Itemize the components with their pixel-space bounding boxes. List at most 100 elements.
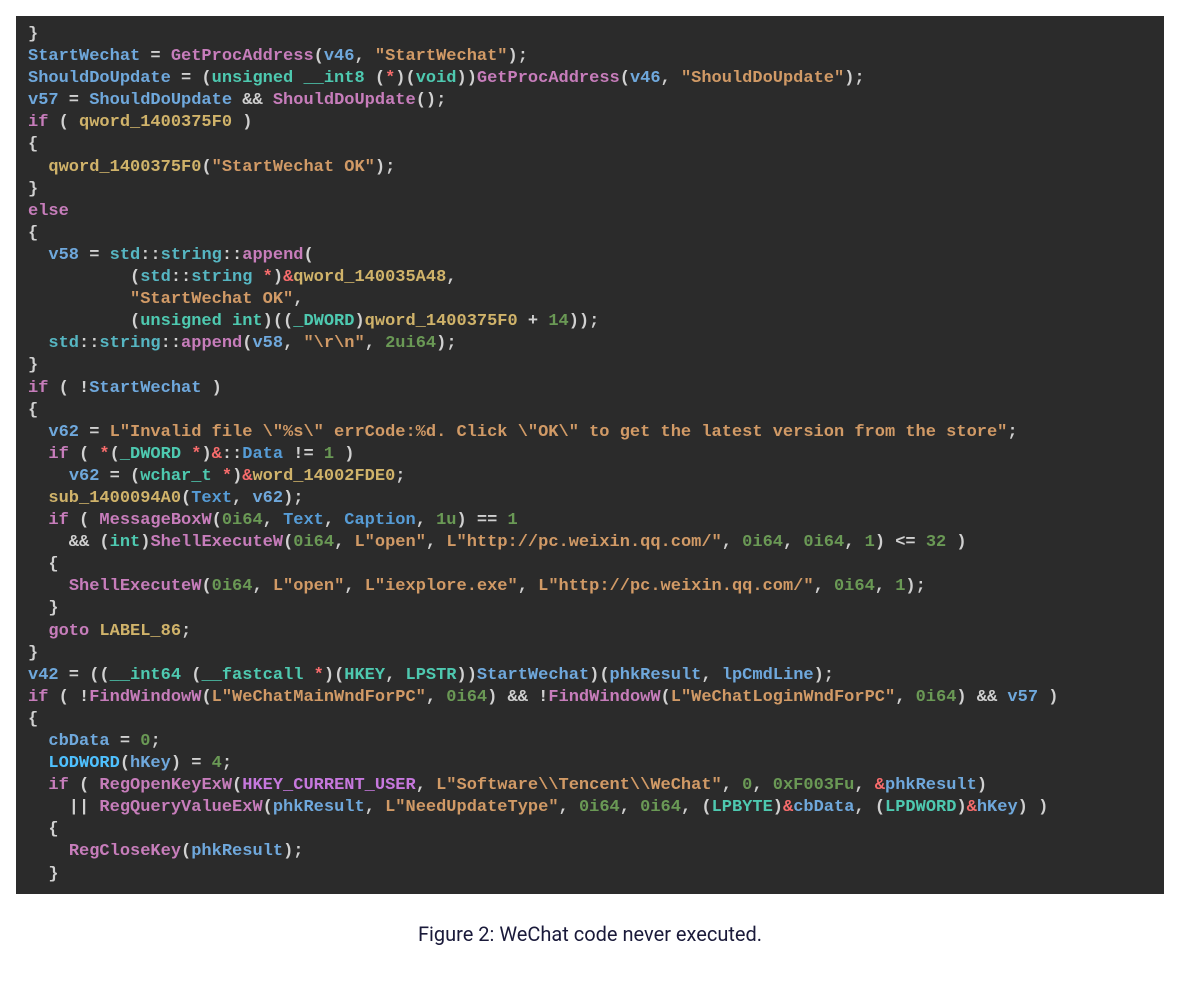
code-line: } xyxy=(28,355,1160,377)
code-token: Text xyxy=(191,489,232,508)
code-line: if ( *(_DWORD *)&::Data != 1 ) xyxy=(28,444,1160,466)
code-token: cbData xyxy=(793,798,854,817)
code-token: :: xyxy=(222,445,242,464)
code-token: , xyxy=(722,776,742,795)
code-token: StartWechat xyxy=(28,47,140,66)
code-token: 1 xyxy=(865,533,875,552)
code-line: { xyxy=(28,819,1160,841)
code-token: append xyxy=(242,246,303,265)
code-token: )( xyxy=(589,666,609,685)
code-token: ; xyxy=(395,467,405,486)
code-token: __int64 xyxy=(110,666,181,685)
code-line: sub_1400094A0(Text, v62); xyxy=(28,488,1160,510)
code-token: , xyxy=(252,577,272,596)
code-token: 0i64 xyxy=(834,577,875,596)
code-token: L"Software\\Tencent\\WeChat" xyxy=(436,776,722,795)
code-token: qword_1400375F0 xyxy=(48,158,201,177)
code-token: ); xyxy=(436,334,456,353)
code-token: 0i64 xyxy=(579,798,620,817)
code-line: } xyxy=(28,24,1160,46)
code-line: qword_1400375F0("StartWechat OK"); xyxy=(28,157,1160,179)
code-token: , xyxy=(232,489,252,508)
code-token: phkResult xyxy=(191,842,283,861)
code-token: word_14002FDE0 xyxy=(252,467,395,486)
code-token: ) xyxy=(1038,688,1058,707)
code-token: , xyxy=(324,511,344,530)
code-token xyxy=(28,246,48,265)
code-token: phkResult xyxy=(885,776,977,795)
code-line: { xyxy=(28,554,1160,576)
code-token: :: xyxy=(171,268,191,287)
code-token: ); xyxy=(844,69,864,88)
code-token: } xyxy=(28,180,38,199)
code-token: , xyxy=(875,577,895,596)
code-token xyxy=(28,776,48,795)
code-token: ( xyxy=(48,113,79,132)
code-token: HKEY xyxy=(344,666,385,685)
code-token: , xyxy=(385,666,405,685)
code-token: ( xyxy=(263,798,273,817)
code-token: LODWORD xyxy=(48,754,119,773)
code-line: std::string::append(v58, "\r\n", 2ui64); xyxy=(28,333,1160,355)
decompiled-code-block: }StartWechat = GetProcAddress(v46, "Star… xyxy=(16,16,1164,894)
code-line: LODWORD(hKey) = 4; xyxy=(28,753,1160,775)
code-token xyxy=(28,511,48,530)
code-token: void xyxy=(416,69,457,88)
code-token: ) xyxy=(946,533,966,552)
code-line: v42 = ((__int64 (__fastcall *)(HKEY, LPS… xyxy=(28,665,1160,687)
code-line: else xyxy=(28,201,1160,223)
code-line: } xyxy=(28,864,1160,886)
code-token: ( xyxy=(661,688,671,707)
code-token: , xyxy=(283,334,303,353)
code-token: ( xyxy=(212,511,222,530)
code-line: v62 = (wchar_t *)&word_14002FDE0; xyxy=(28,466,1160,488)
code-token: + xyxy=(518,312,549,331)
code-token: = xyxy=(79,423,110,442)
code-token: = xyxy=(140,47,171,66)
code-token: ) xyxy=(232,113,252,132)
code-token: , ( xyxy=(681,798,712,817)
code-token: ShouldDoUpdate xyxy=(28,69,171,88)
code-token: 14 xyxy=(548,312,568,331)
code-token: , xyxy=(365,334,385,353)
code-token: std xyxy=(48,334,79,353)
code-token: , xyxy=(783,533,803,552)
code-token: , xyxy=(854,776,874,795)
code-token: MessageBoxW xyxy=(99,511,211,530)
code-line: ShouldDoUpdate = (unsigned __int8 (*)(vo… xyxy=(28,68,1160,90)
code-token: L"http://pc.weixin.qq.com/" xyxy=(538,577,813,596)
code-token: v57 xyxy=(1007,688,1038,707)
code-line: "StartWechat OK", xyxy=(28,289,1160,311)
code-token: * xyxy=(385,69,395,88)
code-token: :: xyxy=(140,246,160,265)
code-token: , xyxy=(752,776,772,795)
code-token: v62 xyxy=(48,423,79,442)
code-line: cbData = 0; xyxy=(28,731,1160,753)
code-token: , xyxy=(620,798,640,817)
code-token: if xyxy=(48,511,68,530)
code-token: & xyxy=(212,445,222,464)
code-token: ( xyxy=(242,334,252,353)
code-token: ; xyxy=(222,754,232,773)
code-token: ShouldDoUpdate xyxy=(89,91,232,110)
code-token: ( xyxy=(181,842,191,861)
code-token: "\r\n" xyxy=(303,334,364,353)
code-token: , xyxy=(365,798,385,817)
code-token: ) xyxy=(956,798,966,817)
code-token: LPDWORD xyxy=(885,798,956,817)
code-token: ( xyxy=(283,533,293,552)
code-token: ) xyxy=(977,776,987,795)
code-token: 0 xyxy=(140,732,150,751)
code-token: } xyxy=(28,356,38,375)
code-token: { xyxy=(28,820,59,839)
code-token: 2ui64 xyxy=(385,334,436,353)
code-token: & xyxy=(875,776,885,795)
code-token: ; xyxy=(1007,423,1017,442)
code-token: v58 xyxy=(252,334,283,353)
code-token: , xyxy=(426,688,446,707)
code-token xyxy=(28,577,69,596)
code-token: v46 xyxy=(630,69,661,88)
code-line: StartWechat = GetProcAddress(v46, "Start… xyxy=(28,46,1160,68)
code-token: & xyxy=(242,467,252,486)
code-token: if xyxy=(28,688,48,707)
